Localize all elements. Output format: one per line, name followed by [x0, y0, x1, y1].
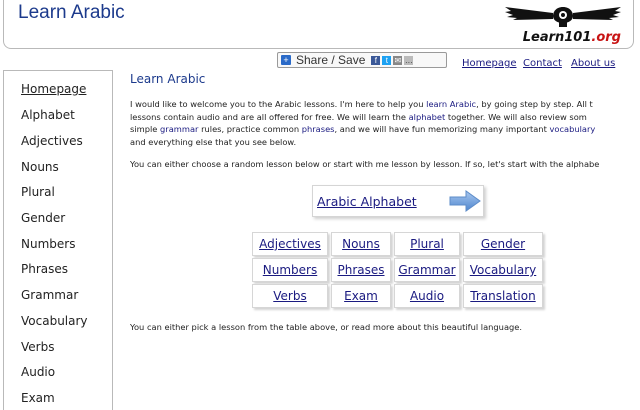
sidebar-item-phrases[interactable]: Phrases — [21, 262, 68, 276]
lesson-cell-gender[interactable]: Gender — [463, 232, 543, 256]
share-save-button[interactable]: + Share / Save f t ✉ … — [277, 52, 447, 68]
sidebar-item-nouns[interactable]: Nouns — [21, 160, 59, 174]
top-link-about-us[interactable]: About us — [571, 58, 615, 69]
lesson-link[interactable]: Verbs — [273, 289, 306, 303]
lesson-link[interactable]: Grammar — [398, 263, 455, 277]
sidebar-item-alphabet[interactable]: Alphabet — [21, 108, 75, 122]
site-header: Learn Arabic Learn101.org — [3, 0, 634, 49]
lesson-link[interactable]: Vocabulary — [470, 263, 537, 277]
facebook-icon[interactable]: f — [371, 55, 381, 65]
arabic-alphabet-link[interactable]: Arabic Alphabet — [317, 194, 417, 209]
sidebar-item-vocabulary[interactable]: Vocabulary — [21, 314, 88, 328]
sidebar-item-adjectives[interactable]: Adjectives — [21, 134, 83, 148]
email-icon[interactable]: ✉ — [393, 55, 403, 65]
arrow-right-icon — [449, 190, 481, 212]
intro-line-1: I would like to welcome you to the Arabi… — [130, 99, 593, 109]
sidebar-item-grammar[interactable]: Grammar — [21, 288, 78, 302]
top-link-contact[interactable]: Contact — [523, 58, 562, 69]
more-share-icon[interactable]: … — [404, 55, 414, 65]
lesson-cell-vocabulary[interactable]: Vocabulary — [463, 258, 543, 282]
lesson-cell-numbers[interactable]: Numbers — [252, 258, 328, 282]
sidebar-item-verbs[interactable]: Verbs — [21, 340, 54, 354]
intro-line-3: simple grammar rules, practice common ph… — [130, 124, 596, 134]
lesson-cell-adjectives[interactable]: Adjectives — [252, 232, 328, 256]
alphabet-link[interactable]: alphabet — [409, 112, 446, 122]
lesson-link[interactable]: Adjectives — [259, 237, 321, 251]
lesson-link[interactable]: Numbers — [263, 263, 317, 277]
intro-line-4: and everything else that you see below. — [130, 136, 297, 147]
top-link-homepage[interactable]: Homepage — [462, 58, 517, 69]
lesson-link[interactable]: Gender — [481, 237, 525, 251]
page-title: Learn Arabic — [130, 72, 206, 86]
choose-lesson-text: You can either choose a random lesson be… — [130, 159, 600, 169]
lesson-cell-audio[interactable]: Audio — [394, 284, 460, 308]
lesson-cell-phrases[interactable]: Phrases — [331, 258, 391, 282]
sidebar-item-gender[interactable]: Gender — [21, 211, 65, 225]
bottom-note: You can either pick a lesson from the ta… — [130, 322, 523, 332]
lesson-cell-verbs[interactable]: Verbs — [252, 284, 328, 308]
sidebar-item-homepage[interactable]: Homepage — [21, 82, 86, 96]
lesson-cell-plural[interactable]: Plural — [394, 232, 460, 256]
lesson-cell-exam[interactable]: Exam — [331, 284, 391, 308]
main-content: Learn Arabic I would like to welcome you… — [130, 72, 640, 171]
sidebar-item-numbers[interactable]: Numbers — [21, 237, 75, 251]
vocabulary-link[interactable]: vocabulary — [549, 124, 595, 134]
lesson-cell-translation[interactable]: Translation — [463, 284, 543, 308]
arabic-alphabet-button[interactable]: Arabic Alphabet — [312, 185, 484, 217]
lesson-link[interactable]: Translation — [470, 289, 535, 303]
share-label: Share / Save — [296, 53, 366, 67]
lesson-link[interactable]: Nouns — [342, 237, 380, 251]
grammar-link[interactable]: grammar — [160, 124, 198, 134]
share-plus-icon: + — [281, 55, 291, 65]
logo-text: Learn101.org — [522, 30, 621, 45]
lesson-link[interactable]: Audio — [410, 289, 444, 303]
lesson-link[interactable]: Plural — [410, 237, 444, 251]
lesson-link[interactable]: Exam — [344, 289, 378, 303]
phrases-link[interactable]: phrases — [302, 124, 335, 134]
sidebar-item-plural[interactable]: Plural — [21, 185, 55, 199]
sidebar: Homepage Alphabet Adjectives Nouns Plura… — [3, 70, 113, 410]
lesson-cell-nouns[interactable]: Nouns — [331, 232, 391, 256]
lesson-cell-grammar[interactable]: Grammar — [394, 258, 460, 282]
learn-arabic-link[interactable]: learn Arabic — [426, 99, 476, 109]
sidebar-item-exam[interactable]: Exam — [21, 391, 55, 405]
site-title[interactable]: Learn Arabic — [18, 2, 125, 24]
twitter-icon[interactable]: t — [382, 55, 392, 65]
winged-emblem-icon — [505, 7, 621, 27]
sidebar-item-audio[interactable]: Audio — [21, 365, 55, 379]
lesson-link[interactable]: Phrases — [337, 263, 384, 277]
intro-line-2: lessons contain audio and are all offere… — [130, 111, 587, 122]
learn101-logo[interactable]: Learn101.org — [501, 3, 625, 45]
